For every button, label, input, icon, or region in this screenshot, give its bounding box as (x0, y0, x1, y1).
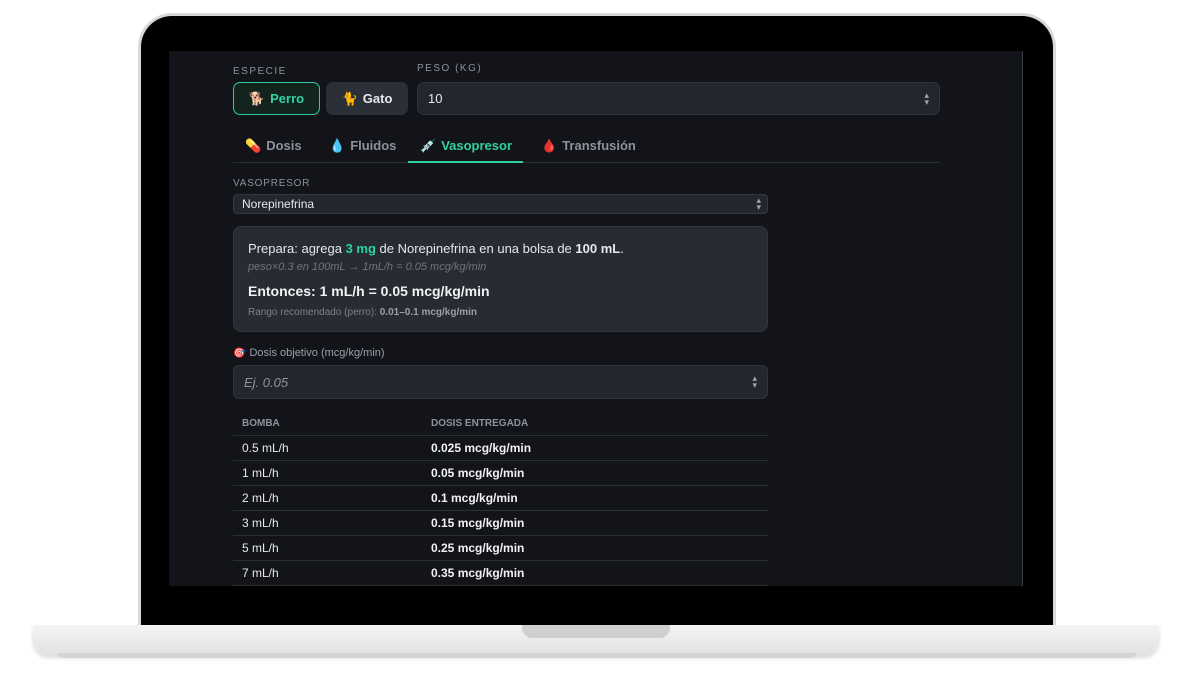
rate-cell: 0.5 mL/h (233, 435, 422, 461)
target-dose-label: 🎯 Dosis objetivo (mcg/kg/min) (233, 347, 385, 359)
weight-value: 10 (428, 91, 443, 106)
weight-input[interactable]: 10 ▴ ▾ (417, 82, 940, 115)
header-bomba: BOMBA (233, 413, 422, 436)
target-dose-input[interactable]: Ej. 0.05 ▴ ▾ (233, 365, 768, 399)
preparation-text: Prepara: agrega 3 mg de Norepinefrina en… (248, 241, 624, 256)
tab-bar: 💊 Dosis 💧 Fluidos 💉 Vasopresor 🩸 Transfu… (233, 129, 940, 163)
range-prefix: Rango recomendado (perro): (248, 307, 380, 318)
species-button-label: Perro (270, 91, 305, 106)
app-screen: ESPECIE 🐕 Perro 🐈 Gato PESO (KG) 10 ▴ ▾ 💊… (169, 51, 1023, 586)
vasopressor-selected: Norepinefrina (242, 197, 315, 211)
prep-prefix: Prepara: agrega (248, 241, 346, 256)
prep-volume: 100 mL (575, 241, 621, 256)
range-text: Rango recomendado (perro): 0.01–0.1 mcg/… (248, 307, 477, 318)
tab-vasopresor[interactable]: 💉 Vasopresor (408, 136, 523, 163)
species-button-perro[interactable]: 🐕 Perro (233, 82, 320, 115)
result-text: Entonces: 1 mL/h = 0.05 mcg/kg/min (248, 283, 490, 299)
vasopressor-label: VASOPRESOR (233, 178, 311, 189)
range-value: 0.01–0.1 mcg/kg/min (379, 307, 478, 318)
rate-cell: 5 mL/h (233, 535, 422, 561)
dose-table: BOMBA DOSIS ENTREGADA 0.5 mL/h 0.025 mcg/… (233, 413, 768, 586)
rate-cell: 2 mL/h (233, 485, 422, 511)
dog-icon: 🐕 (248, 90, 266, 106)
preparation-card: Prepara: agrega 3 mg de Norepinefrina en… (233, 226, 768, 332)
rate-cell: 1 mL/h (233, 460, 422, 486)
vasopressor-select[interactable]: Norepinefrina ▴ ▾ (233, 194, 768, 214)
tab-dosis[interactable]: 💊 Dosis (245, 136, 302, 163)
tab-transfusion[interactable]: 🩸 Transfusión (541, 136, 636, 163)
chevron-updown-icon: ▴ ▾ (756, 195, 761, 212)
species-label: ESPECIE (233, 66, 287, 77)
tab-fluidos[interactable]: 💧 Fluidos (329, 136, 396, 163)
syringe-icon: 💉 (420, 138, 437, 153)
header-dosis-entregada: DOSIS ENTREGADA (422, 413, 768, 436)
table-row: 2 mL/h 0.1 mcg/kg/min (233, 485, 768, 511)
target-placeholder: Ej. 0.05 (244, 374, 289, 390)
table-row: 5 mL/h 0.25 mcg/kg/min (233, 535, 768, 561)
prep-suffix: . (620, 241, 624, 256)
rate-cell: 3 mL/h (233, 510, 422, 536)
dose-cell: 0.1 mcg/kg/min (422, 485, 768, 511)
table-row: 7 mL/h 0.35 mcg/kg/min (233, 560, 768, 586)
species-button-label: Gato (362, 91, 393, 106)
pill-icon: 💊 (245, 138, 262, 153)
tab-label: Fluidos (350, 138, 397, 153)
tab-label: Dosis (266, 138, 302, 153)
dose-cell: 0.15 mcg/kg/min (422, 510, 768, 536)
dose-cell: 0.05 mcg/kg/min (422, 460, 768, 486)
species-button-gato[interactable]: 🐈 Gato (326, 82, 408, 115)
tab-label: Transfusión (562, 138, 636, 153)
table-header-row: BOMBA DOSIS ENTREGADA (233, 413, 768, 436)
prep-amount: 3 mg (345, 241, 376, 256)
table-row: 3 mL/h 0.15 mcg/kg/min (233, 510, 768, 536)
droplet-icon: 💧 (329, 138, 346, 153)
prep-mid: de Norepinefrina en una bolsa de (375, 241, 576, 256)
stepper-icon[interactable]: ▴ ▾ (924, 90, 929, 106)
tab-label: Vasopresor (441, 138, 513, 153)
cat-icon: 🐈 (341, 90, 358, 106)
laptop-foot (58, 653, 1136, 658)
rate-cell: 7 mL/h (233, 560, 422, 586)
table-row: 0.5 mL/h 0.025 mcg/kg/min (233, 435, 768, 461)
target-icon: 🎯 (233, 347, 246, 359)
formula-text: peso×0.3 en 100mL → 1mL/h = 0.05 mcg/kg/… (248, 261, 487, 273)
target-label-text: Dosis objetivo (mcg/kg/min) (249, 347, 385, 359)
table-row: 1 mL/h 0.05 mcg/kg/min (233, 460, 768, 486)
dose-cell: 0.025 mcg/kg/min (422, 435, 768, 461)
stepper-icon[interactable]: ▴ ▾ (752, 374, 757, 390)
blood-drop-icon: 🩸 (541, 138, 558, 153)
weight-label: PESO (KG) (417, 63, 483, 74)
dose-cell: 0.25 mcg/kg/min (422, 535, 768, 561)
dose-cell: 0.35 mcg/kg/min (422, 560, 768, 586)
laptop-notch (522, 625, 670, 638)
